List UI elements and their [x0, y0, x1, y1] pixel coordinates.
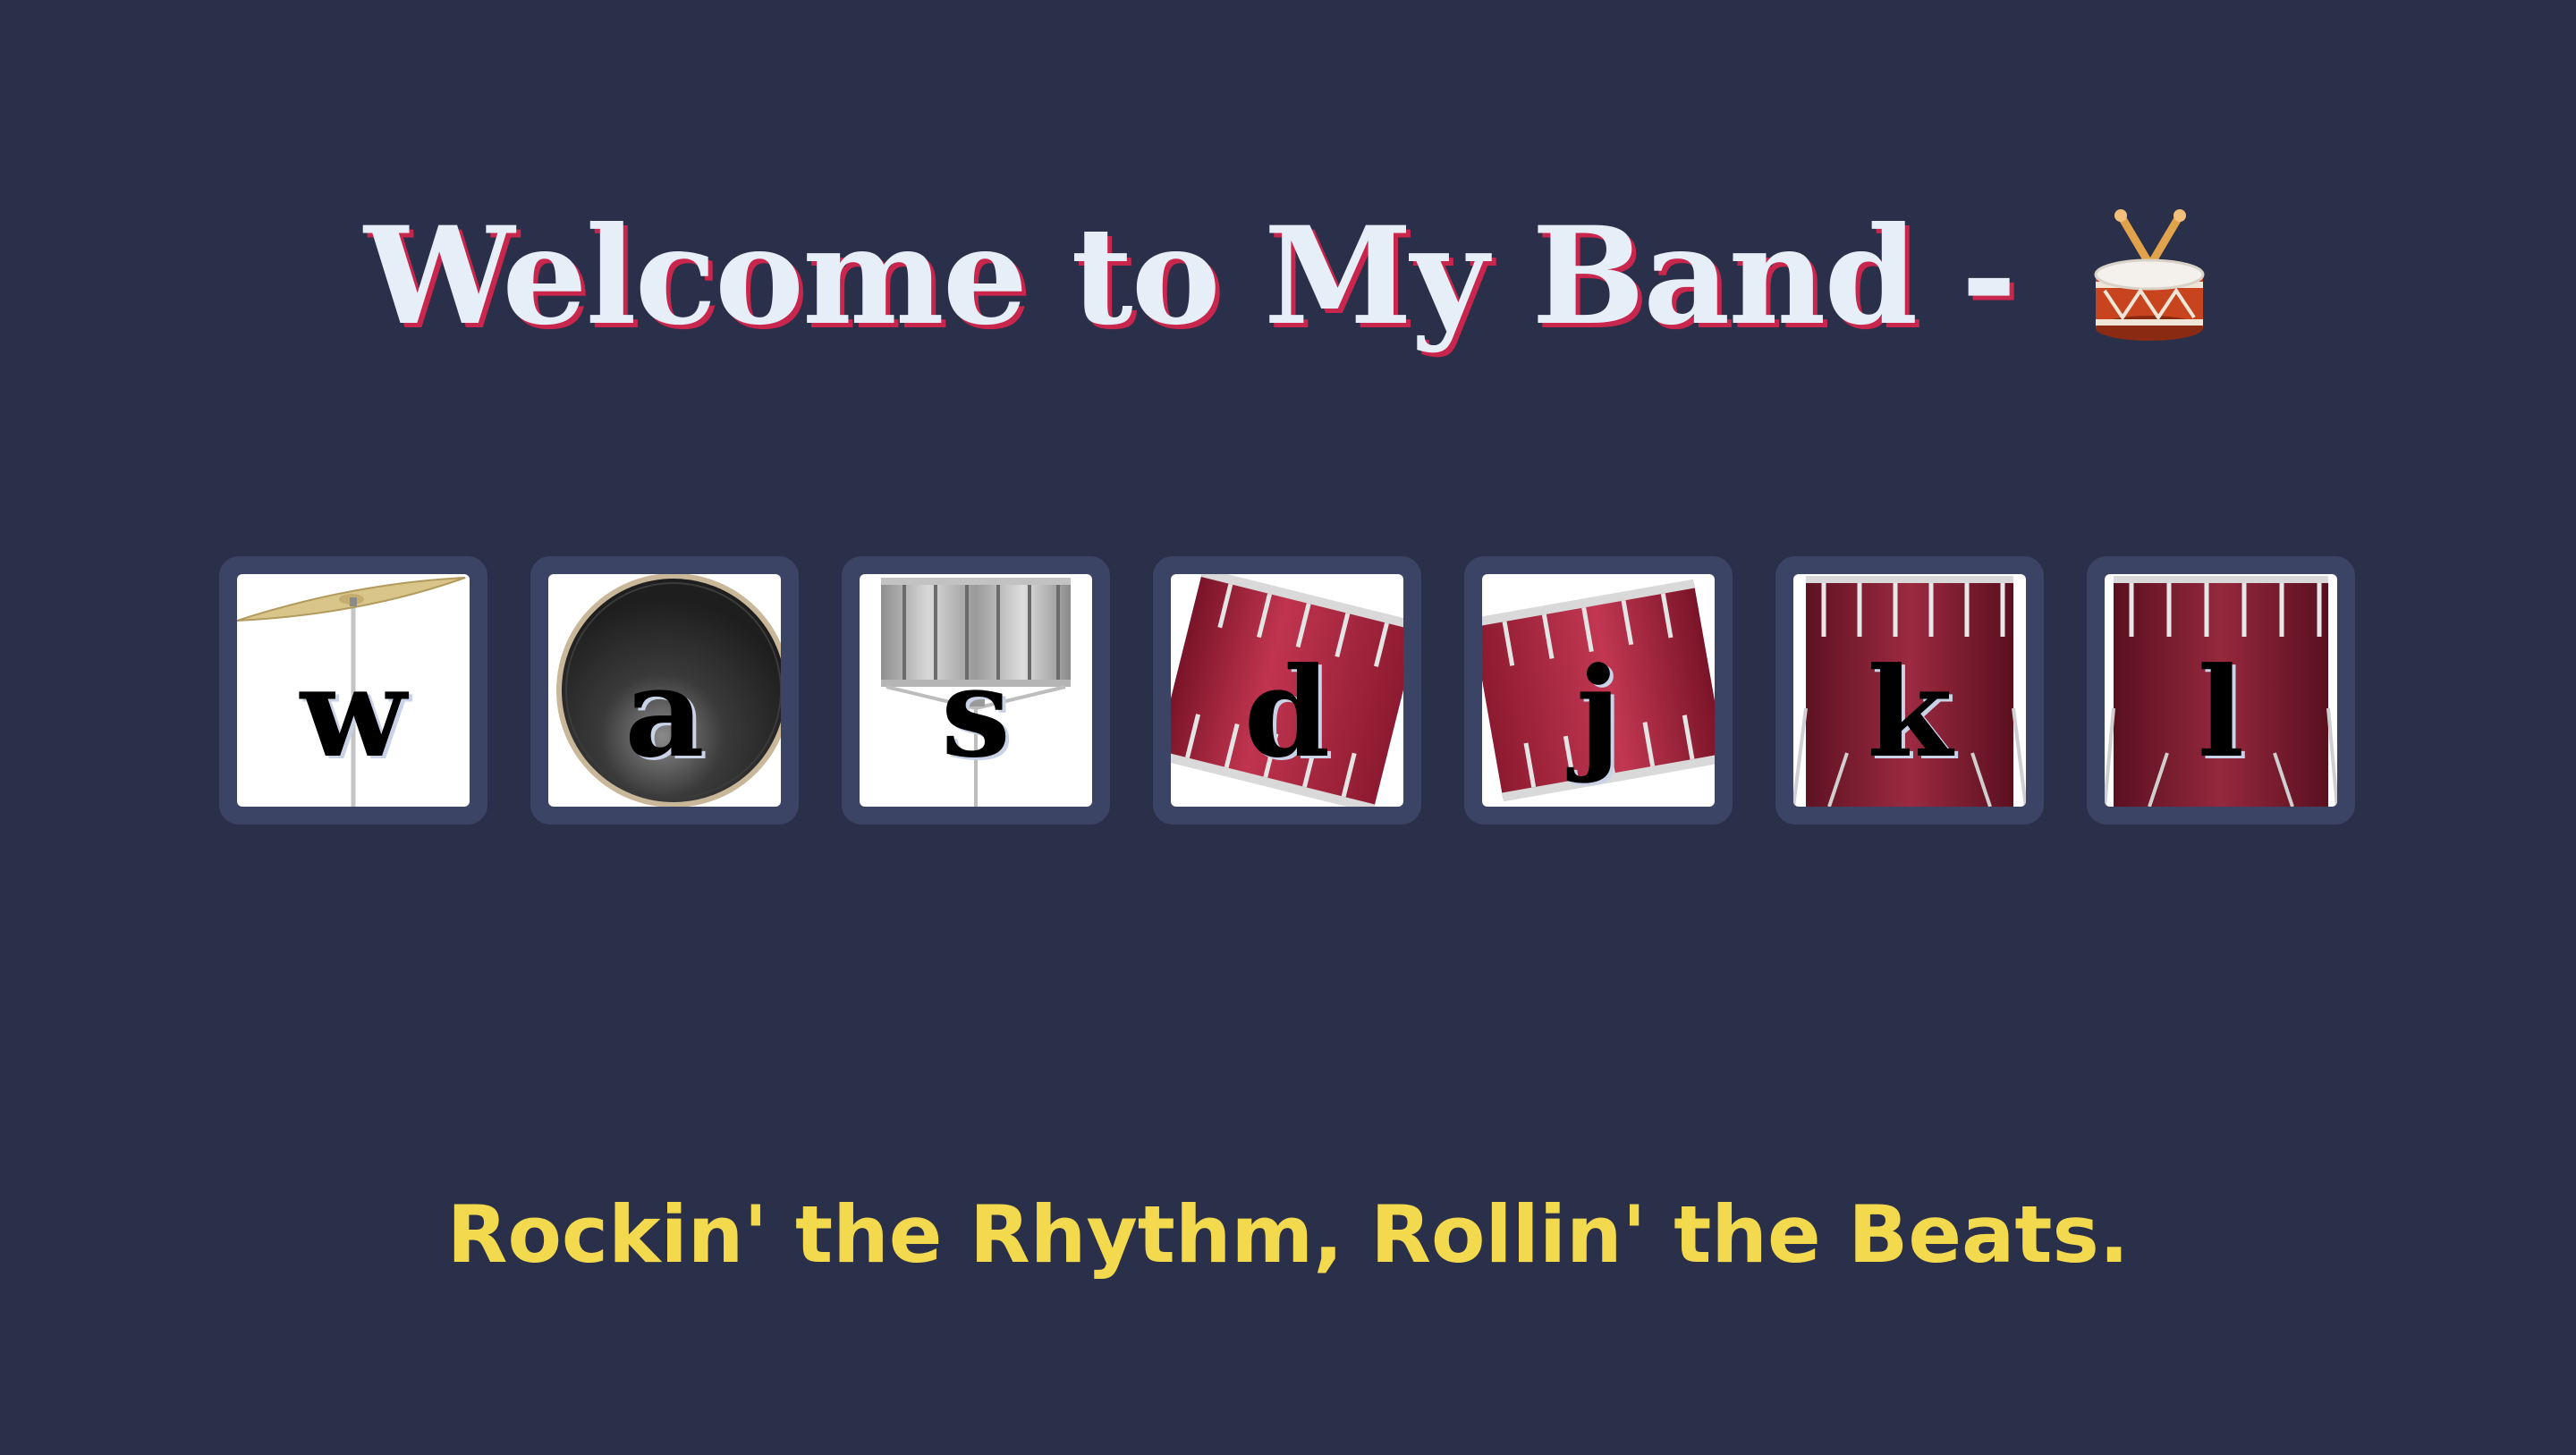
- drum-key-face: s: [860, 574, 1092, 807]
- key-letter: k: [1867, 639, 1953, 785]
- drum-key-face: a: [548, 574, 781, 807]
- drum-key-face: l: [2105, 574, 2337, 807]
- key-letter: d: [1243, 639, 1331, 785]
- key-letter: j: [1576, 639, 1621, 785]
- drum-key-s[interactable]: s: [842, 556, 1110, 825]
- drum-key-face: j: [1482, 574, 1715, 807]
- drum-key-face: k: [1793, 574, 2026, 807]
- key-letter: a: [624, 639, 705, 785]
- tagline: Rockin' the Rhythm, Rollin' the Beats.: [446, 1189, 2130, 1281]
- page-title-text: Welcome to My Band -: [364, 197, 2060, 355]
- drum-key-face: w: [237, 574, 470, 807]
- drum-key-j[interactable]: j: [1464, 556, 1733, 825]
- drum-key-d[interactable]: d: [1153, 556, 1421, 825]
- key-letter: s: [941, 639, 1011, 785]
- drum-key-k[interactable]: k: [1775, 556, 2044, 825]
- key-letter: l: [2197, 639, 2245, 785]
- drum-key-l[interactable]: l: [2087, 556, 2355, 825]
- drum-key-face: d: [1171, 574, 1403, 807]
- drum-key-w[interactable]: w: [219, 556, 487, 825]
- key-letter: w: [300, 639, 407, 785]
- drum-key-a[interactable]: a: [530, 556, 799, 825]
- page-title: Welcome to My Band -: [0, 196, 2576, 357]
- drum-emoji-icon: [2094, 208, 2205, 341]
- drum-kit: w a s d j k l: [219, 556, 2357, 825]
